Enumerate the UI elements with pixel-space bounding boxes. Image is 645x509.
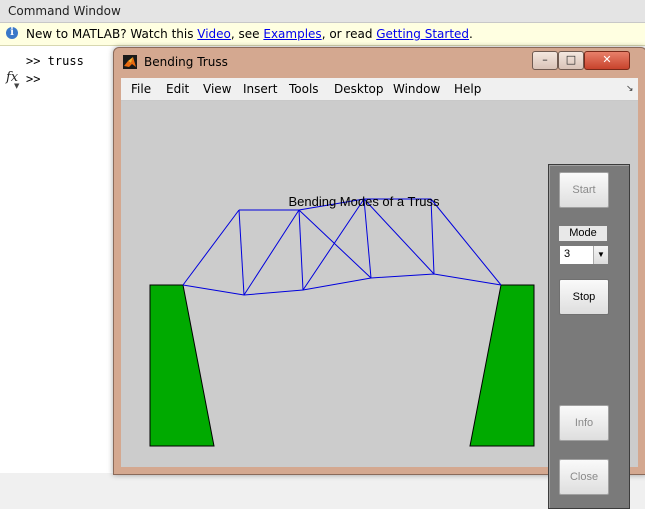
- figure-title: Bending Truss: [144, 55, 228, 69]
- info-mid1: , see: [230, 27, 264, 41]
- command-window-title: Command Window: [8, 4, 121, 18]
- matlab-logo-icon: [123, 55, 137, 69]
- minimize-button[interactable]: –: [532, 51, 558, 70]
- info-button[interactable]: Info: [559, 405, 609, 441]
- menu-bar: File Edit View Insert Tools Desktop Wind…: [121, 78, 638, 101]
- info-prefix: New to MATLAB? Watch this: [26, 27, 198, 41]
- fx-dropdown-icon[interactable]: ▼: [14, 82, 19, 90]
- chevron-down-icon[interactable]: ▼: [593, 246, 608, 264]
- stop-button[interactable]: Stop: [559, 279, 609, 315]
- figure-window: Bending Truss – □ ✕ File Edit View Inser…: [113, 47, 645, 509]
- info-bar: i New to MATLAB? Watch this Video, see E…: [0, 23, 645, 46]
- command-line-1: >> truss: [26, 54, 84, 68]
- mode-select[interactable]: 3 ▼: [559, 245, 609, 265]
- info-icon: i: [6, 27, 18, 39]
- truss-members: [182, 198, 502, 296]
- menu-view[interactable]: View: [203, 82, 231, 96]
- control-panel: Start Mode 3 ▼ Stop Info Close: [548, 164, 630, 509]
- mode-value: 3: [564, 248, 571, 260]
- menu-insert[interactable]: Insert: [243, 82, 277, 96]
- menu-help[interactable]: Help: [454, 82, 481, 96]
- maximize-button[interactable]: □: [558, 51, 584, 70]
- close-button[interactable]: Close: [559, 459, 609, 495]
- figure-canvas: Bending Modes of a Truss Start Mode 3 ▼ …: [121, 101, 638, 509]
- info-text: New to MATLAB? Watch this Video, see Exa…: [26, 27, 473, 41]
- menu-file[interactable]: File: [131, 82, 151, 96]
- close-window-button[interactable]: ✕: [584, 51, 630, 70]
- menu-edit[interactable]: Edit: [166, 82, 189, 96]
- command-window-titlebar: Command Window: [0, 0, 645, 23]
- mode-label: Mode: [559, 226, 607, 241]
- start-button[interactable]: Start: [559, 172, 609, 208]
- menu-tools[interactable]: Tools: [289, 82, 319, 96]
- command-line-2[interactable]: >>: [26, 72, 40, 86]
- getting-started-link[interactable]: Getting Started: [376, 27, 469, 41]
- menu-dock-arrow-icon[interactable]: ↘: [626, 84, 634, 94]
- plot-title: Bending Modes of a Truss: [288, 194, 440, 209]
- info-suffix: .: [469, 27, 473, 41]
- info-mid2: , or read: [321, 27, 377, 41]
- menu-window[interactable]: Window: [393, 82, 440, 96]
- video-link[interactable]: Video: [197, 27, 231, 41]
- left-support: [149, 284, 215, 447]
- examples-link[interactable]: Examples: [263, 27, 321, 41]
- menu-desktop[interactable]: Desktop: [334, 82, 384, 96]
- right-support: [469, 284, 535, 447]
